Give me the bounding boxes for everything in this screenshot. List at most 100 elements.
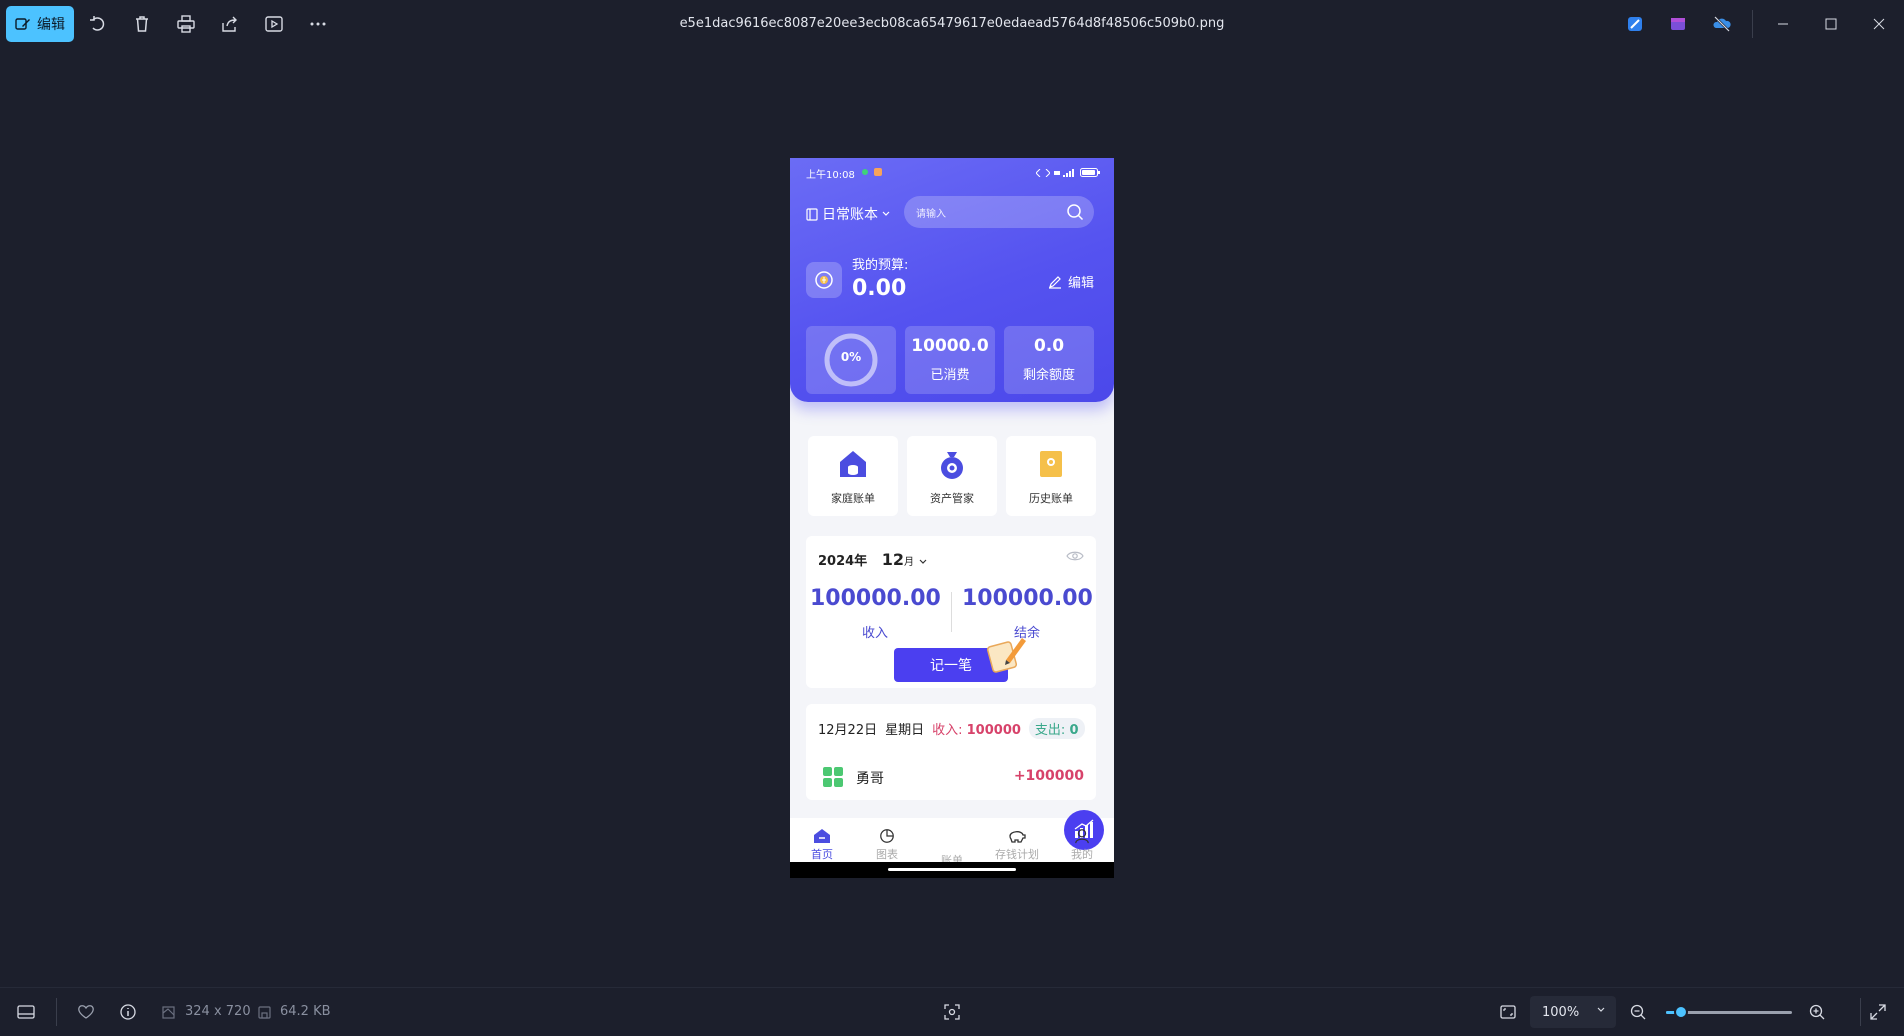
remaining-card: 0.0 剩余额度 <box>1004 326 1094 394</box>
spent-label: 已消费 <box>930 368 970 383</box>
chevron-down-icon <box>1597 1007 1605 1012</box>
zoom-value: 100% <box>1542 1004 1580 1020</box>
history-icon <box>1040 451 1062 477</box>
status-indicators <box>1036 168 1100 177</box>
eye-icon[interactable] <box>1066 550 1084 562</box>
file-size-icon <box>258 1006 271 1019</box>
edit-button-label: 编辑 <box>37 17 65 33</box>
money-bag-icon <box>941 452 963 479</box>
tab-chart[interactable]: 图表 <box>857 828 917 862</box>
tab-profile[interactable]: 我的 <box>1052 828 1112 862</box>
close-button[interactable] <box>1864 10 1894 38</box>
day-income-value: 100000 <box>966 723 1021 738</box>
delete-icon[interactable] <box>130 12 154 36</box>
notification-icon <box>874 168 882 176</box>
close-icon <box>1873 18 1885 30</box>
viewer-statusbar: 324 x 720 64.2 KB 100% <box>0 987 1904 1036</box>
menu-history-bill[interactable]: 历史账单 <box>1006 436 1096 516</box>
day-record-card: 12月22日 星期日 收入: 100000 支出: 0 勇哥 +100000 <box>806 704 1096 800</box>
tab-home[interactable]: 首页 <box>792 828 852 862</box>
house-icon <box>840 451 866 477</box>
spent-value: 10000.0 <box>911 336 989 356</box>
image-dimensions: 324 x 720 <box>185 1004 251 1019</box>
search-icon[interactable] <box>1066 203 1084 221</box>
progress-text: 0% <box>840 350 862 364</box>
fullscreen-icon[interactable] <box>1866 1000 1890 1024</box>
phone-screenshot: 上午10:08 日常账本 请输入 我的预算: 0.00 编辑 0% 10000.… <box>790 158 1114 878</box>
zoom-slider-thumb[interactable] <box>1674 1005 1689 1019</box>
budget-value: 0.00 <box>852 276 907 301</box>
day-expense-label: 支出: <box>1034 723 1066 738</box>
visual-search-icon[interactable] <box>940 1000 964 1024</box>
more-options-icon[interactable] <box>306 12 330 36</box>
filmstrip-icon[interactable] <box>14 1000 38 1024</box>
piggy-bank-icon <box>1009 831 1026 843</box>
search-placeholder: 请输入 <box>916 208 946 220</box>
zoom-select[interactable]: 100% <box>1530 996 1616 1028</box>
month-suffix: 月 <box>903 557 914 568</box>
maximize-button[interactable] <box>1816 10 1846 38</box>
tab-bar: 首页 图表 账单 存钱计划 我的 <box>790 810 1114 868</box>
tab-savings-plan[interactable]: 存钱计划 <box>987 828 1047 862</box>
pencil-icon <box>1048 275 1061 289</box>
day-weekday: 星期日 <box>885 723 925 738</box>
menu-label: 资产管家 <box>930 492 974 505</box>
chevron-down-icon <box>882 211 890 216</box>
clipchamp-icon[interactable] <box>1666 12 1690 36</box>
tab-label: 首页 <box>811 848 833 861</box>
ledger-name: 日常账本 <box>822 207 878 223</box>
tab-label: 我的 <box>1071 848 1093 861</box>
search-input[interactable]: 请输入 <box>904 196 1094 228</box>
menu-asset-manager[interactable]: 资产管家 <box>907 436 997 516</box>
day-income-label: 收入: <box>932 723 963 738</box>
day-date: 12月22日 <box>818 723 878 738</box>
income-label: 收入 <box>861 626 888 641</box>
edit-budget-button[interactable]: 编辑 <box>1048 272 1094 291</box>
zoom-out-icon[interactable] <box>1626 1000 1650 1024</box>
amount-divider <box>951 592 952 632</box>
home-indicator[interactable] <box>888 868 1016 871</box>
entry-name[interactable]: 勇哥 <box>856 768 884 788</box>
header-panel: 上午10:08 日常账本 请输入 我的预算: 0.00 编辑 0% 10000.… <box>790 158 1114 402</box>
tab-label: 图表 <box>876 848 898 861</box>
month-value: 12 <box>881 550 904 569</box>
year-label: 2024年 <box>818 554 868 569</box>
edit-image-icon <box>15 18 30 30</box>
tab-label: 存钱计划 <box>995 848 1039 861</box>
maximize-icon <box>1825 18 1837 30</box>
slideshow-icon[interactable] <box>262 12 286 36</box>
month-selector[interactable]: 2024年 12月 <box>818 550 927 569</box>
category-grid-icon <box>823 767 843 787</box>
status-time: 上午10:08 <box>806 170 855 181</box>
menu-family-bill[interactable]: 家庭账单 <box>808 436 898 516</box>
info-icon[interactable] <box>116 1000 140 1024</box>
onedrive-off-icon[interactable] <box>1710 12 1734 36</box>
minimize-icon <box>1778 23 1788 25</box>
minimize-button[interactable] <box>1768 10 1798 38</box>
status-dot-icon <box>862 169 868 175</box>
spent-card: 10000.0 已消费 <box>905 326 995 394</box>
day-header: 12月22日 星期日 收入: 100000 支出: 0 <box>818 718 1085 739</box>
budget-label: 我的预算: <box>852 258 909 273</box>
viewer-toolbar: 编辑 e5e1dac9616ec8087e20ee3ecb08ca6547961… <box>0 0 1904 48</box>
battery-icon <box>1080 168 1100 177</box>
chevron-down-icon <box>919 559 926 564</box>
statusbar-divider <box>56 998 57 1026</box>
favorite-heart-icon[interactable] <box>74 1000 98 1024</box>
code-icon <box>1036 168 1050 177</box>
edit-button[interactable]: 编辑 <box>6 6 74 42</box>
rotate-icon[interactable] <box>86 12 110 36</box>
toolbar-divider <box>1752 10 1753 38</box>
dimensions-icon <box>162 1006 175 1019</box>
pie-chart-icon <box>880 829 894 843</box>
signal-icon <box>1054 168 1074 177</box>
zoom-in-icon[interactable] <box>1805 1000 1829 1024</box>
day-income: 收入: 100000 <box>932 719 1021 738</box>
remaining-value: 0.0 <box>1033 336 1065 356</box>
fit-to-window-icon[interactable] <box>1496 1000 1520 1024</box>
share-icon[interactable] <box>218 12 242 36</box>
print-icon[interactable] <box>174 12 198 36</box>
designer-icon[interactable] <box>1623 12 1647 36</box>
ledger-selector[interactable]: 日常账本 <box>806 204 890 224</box>
edit-budget-label: 编辑 <box>1067 276 1094 291</box>
